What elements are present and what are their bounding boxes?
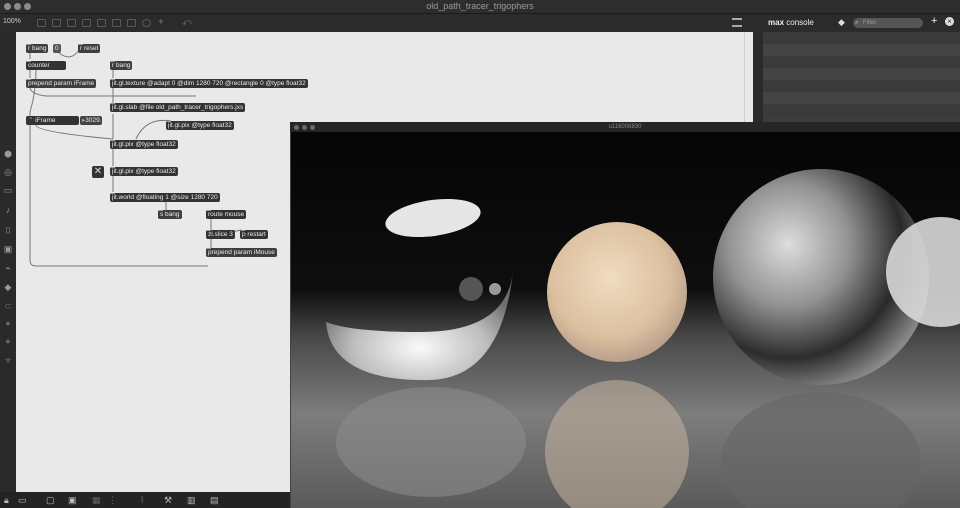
comment-icon[interactable] [67,19,76,27]
grid-icon[interactable]: ▦ [92,495,101,505]
debug-icon[interactable]: ⌇ [140,495,144,505]
s-bang-object[interactable]: s bang [158,210,182,219]
piano-icon[interactable]: ▥ [187,495,196,505]
zl-slice-object[interactable]: zl.slice 3 [206,230,235,239]
keyboard-icon[interactable]: ▤ [210,495,219,505]
jit-gl-pix-object-b[interactable]: jit.gl.pix @type float32 [110,140,178,149]
jit-gl-pix-object-a[interactable]: jit.gl.pix @type float32 [166,121,234,130]
number-box[interactable]: 0 [53,44,61,53]
button-icon[interactable] [82,19,91,27]
console-title: console [784,18,814,27]
sidebar-toggle-icon[interactable] [732,18,742,27]
left-sidebar: ⬢ ◎ ▭ ♪ ⌷ ▣ ⌁ ◆ ⊂ ● ● ★ [0,32,16,492]
cube-icon[interactable]: ⬢ [3,149,13,159]
link-icon[interactable]: ⊂ [3,301,13,311]
present-icon[interactable]: ▭ [18,495,27,505]
image-icon[interactable]: ▣ [3,244,13,254]
window-titlebar: old_path_tracer_trigophers [0,0,960,14]
zoom-level[interactable]: 100% [3,18,21,25]
wrench-icon[interactable]: ⚒ [164,495,172,505]
patcher-toolbar: 100% + ⤺ [0,14,760,32]
r-reset-object[interactable]: r reset [78,44,101,53]
jit-gl-pix-object-c[interactable]: jit.gl.pix @type float32 [110,167,178,176]
share-icon[interactable]: ⤺ [182,17,192,28]
clip-icon[interactable]: ⌁ [3,263,13,273]
iframe-number-box[interactable]: ▸3029. [80,116,102,125]
render-window-titlebar: u116008830 [290,122,960,132]
circle-icon[interactable]: ● [3,318,13,328]
lock-icon[interactable]: 🔒︎ [4,495,9,505]
peach-sphere [547,222,687,362]
search-icon: ⌕ [855,20,859,26]
slider-icon[interactable] [127,19,136,27]
note-icon[interactable]: ♪ [3,205,13,215]
toggle-icon[interactable] [97,19,106,27]
bang-button[interactable]: ✕ [92,166,104,178]
diamond-icon[interactable]: ◆ [838,17,845,28]
bottom-toolbar: 🔒︎ ▭ ▢ ▣ ▦ ⋮ ⌇ ⚒ ▥ ▤ [0,492,290,508]
small-sphere [459,277,483,301]
jit-world-object[interactable]: jit.world @floating 1 @size 1280 720 [110,193,220,202]
r-bang-object[interactable]: r bang [26,44,49,53]
record-icon[interactable]: ● [3,336,13,346]
prepend-imouse-message[interactable]: prepend param iMouse [206,248,277,257]
star-icon[interactable]: ★ [3,355,13,365]
new-object-icon[interactable] [37,19,46,27]
rendered-scene [291,132,960,508]
render-zoom-button[interactable] [310,125,315,130]
bracket-icon[interactable]: ⌷ [3,225,13,235]
add-icon[interactable]: + [158,17,164,28]
p-restart-object[interactable]: p restart [240,230,268,239]
render-window-title: u116008830 [608,124,642,130]
console-add-button[interactable]: + [931,15,937,27]
dots-icon[interactable]: ⋮ [108,495,117,505]
windows-icon[interactable]: ▣ [68,495,77,505]
console-clear-button[interactable]: × [945,17,954,26]
jit-gl-texture-object[interactable]: jit.gl.texture @adapt 0 @dim 1280 720 @r… [110,79,308,88]
prepend-iframe-message[interactable]: prepend param iFrame [26,79,97,88]
console-filter-input[interactable]: ⌕ Filter [853,18,923,28]
target-icon[interactable]: ◎ [3,167,13,177]
window-title: old_path_tracer_trigophers [426,1,534,11]
comment-bubble-icon[interactable]: ▢ [46,495,55,505]
dial-icon[interactable] [142,19,151,27]
jit-gl-slab-object[interactable]: jit.gl.slab @file old_path_tracer_trigop… [110,103,246,112]
iframe-param-label[interactable]: ⌃ iFrame [26,116,79,125]
arrow-icon[interactable]: ◆ [3,282,13,292]
message-icon[interactable] [52,19,61,27]
counter-object[interactable]: counter [26,61,66,70]
render-minimize-button[interactable] [302,125,307,130]
render-close-button[interactable] [294,125,299,130]
number-icon[interactable] [112,19,121,27]
route-mouse-object[interactable]: route mouse [206,210,247,219]
r-bang-object-2[interactable]: r bang [110,61,133,70]
layer-icon[interactable]: ▭ [3,185,13,195]
console-title-bold: max [768,18,785,27]
